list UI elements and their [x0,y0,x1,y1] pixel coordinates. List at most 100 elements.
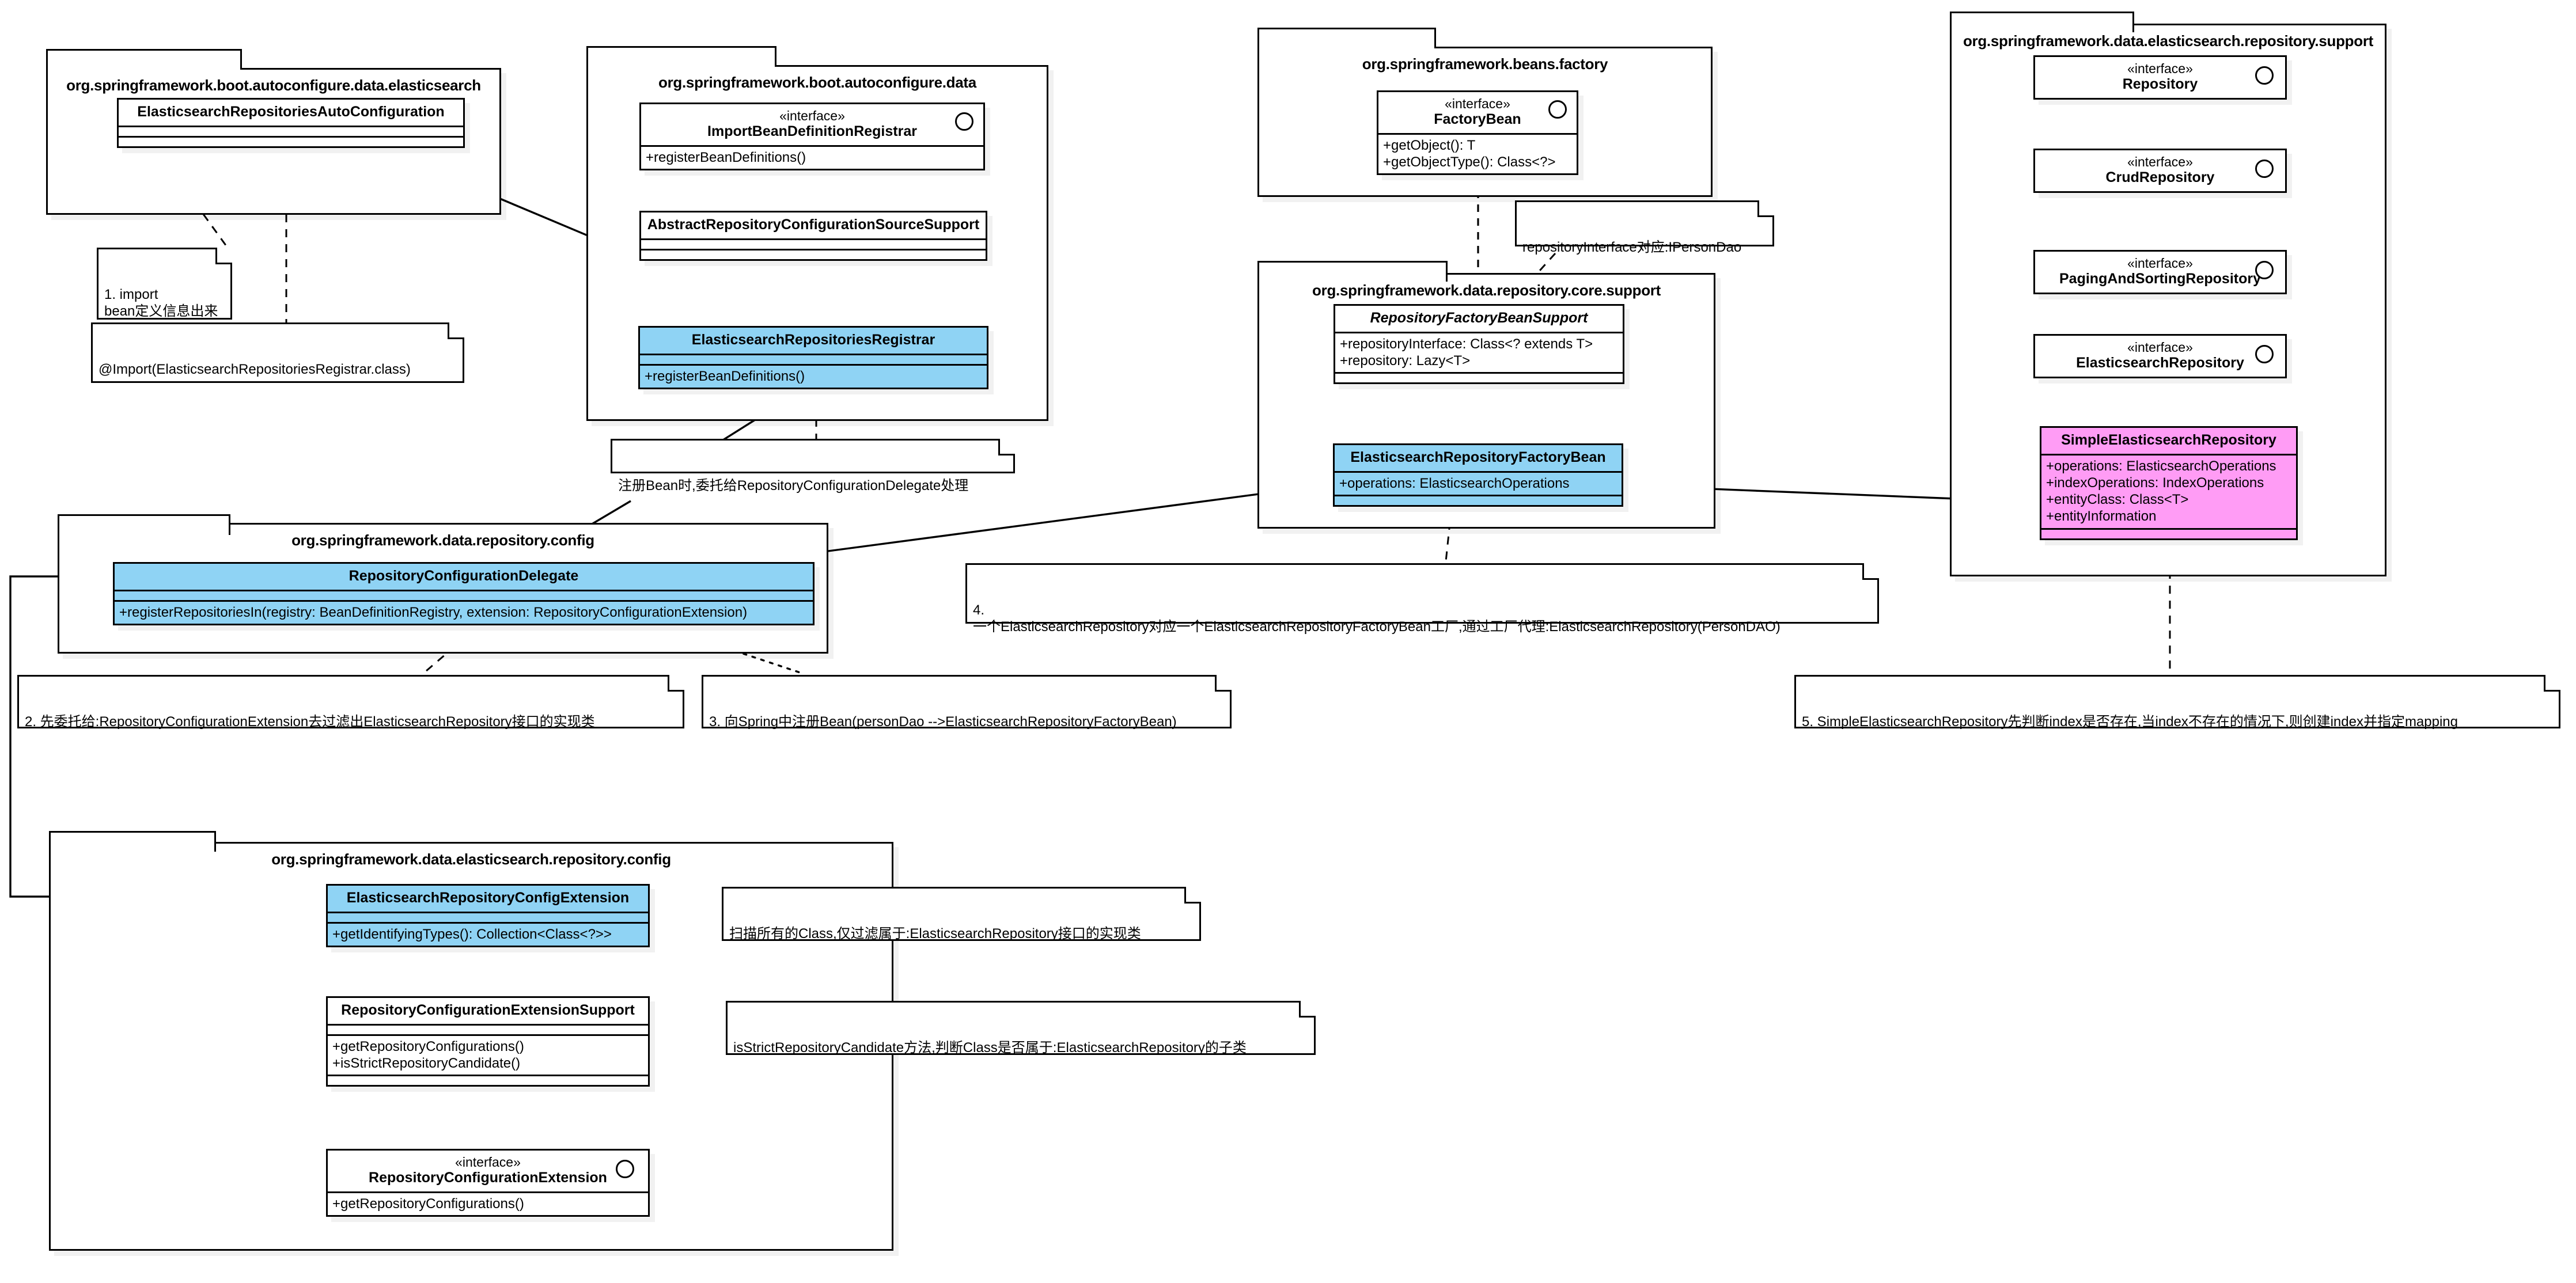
class-name: AbstractRepositoryConfigurationSourceSup… [647,217,980,233]
class-name: SimpleElasticsearchRepository [2061,432,2276,448]
operations-compartment [119,135,463,146]
class-name: RepositoryConfigurationDelegate [348,568,579,584]
attribute: +indexOperations: IndexOperations [2046,475,2264,491]
class-repository[interactable]: «interface» Repository [2033,55,2287,100]
class-name: ElasticsearchRepositoryFactoryBean [1350,449,1606,465]
stereotype-label: «interface» [2127,154,2193,169]
class-name-text: ElasticsearchRepository [2076,355,2244,371]
class-factory-bean[interactable]: «interface» FactoryBean +getObject(): T … [1377,90,1578,176]
class-simple-elasticsearch-repository[interactable]: SimpleElasticsearchRepository +operation… [2040,426,2298,540]
class-repository-configuration-extension[interactable]: «interface» RepositoryConfigurationExten… [326,1149,650,1217]
class-name: RepositoryFactoryBeanSupport [1370,310,1588,326]
attributes-compartment [328,1023,648,1034]
note-text: 1. import bean定义信息出来 [104,286,218,319]
class-name-text: RepositoryConfigurationExtension [369,1170,607,1186]
attributes-compartment: +operations: ElasticsearchOperations +in… [2041,453,2296,528]
class-name-text: Repository [2122,76,2198,93]
class-elasticsearch-repositories-autoconfiguration[interactable]: ElasticsearchRepositoriesAutoConfigurati… [117,98,465,148]
package-tab-data-repository-config [58,514,230,535]
class-abstract-repository-configuration-source-support[interactable]: AbstractRepositoryConfigurationSourceSup… [639,211,987,261]
operations-compartment [641,248,986,259]
operation: +registerBeanDefinitions() [646,149,806,165]
operations-compartment: +getIdentifyingTypes(): Collection<Class… [328,921,648,946]
class-name: «interface» FactoryBean [1378,92,1577,133]
note-text: isStrictRepositoryCandidate方法,判断Class是否属… [733,1039,1247,1056]
operations-compartment: +getObject(): T +getObjectType(): Class<… [1378,132,1577,174]
note-text: 扫描所有的Class,仅过滤属于:ElasticsearchRepository… [729,925,1141,942]
class-name: «interface» ImportBeanDefinitionRegistra… [641,104,983,145]
operation: +getObjectType(): Class<?> [1383,154,1556,170]
note-step-5[interactable]: 5. SimpleElasticsearchRepository先判断index… [1794,674,2561,730]
stereotype-label: «interface» [2127,256,2193,271]
class-name: «interface» Repository [2035,57,2285,98]
extra-compartment [328,1075,648,1085]
attribute: +repositoryInterface: Class<? extends T> [1340,336,1593,352]
interface-ball-icon [2255,160,2274,178]
attribute: +entityClass: Class<T> [2046,492,2189,508]
class-name-text: FactoryBean [1434,111,1521,128]
note-text: repositoryInterface对应:IPersonDao [1522,239,1742,255]
note-step-4[interactable]: 4. 一个ElasticsearchRepository对应一个Elastics… [965,563,1880,635]
interface-ball-icon [955,112,973,131]
package-tab-data-repository-core-support [1257,261,1448,282]
stereotype-label: «interface» [1445,96,1510,111]
class-name: «interface» PagingAndSortingRepository [2035,252,2285,293]
operation: +registerBeanDefinitions() [645,368,805,384]
operations-compartment: +getRepositoryConfigurations() +isStrict… [328,1034,648,1075]
class-elasticsearch-repository[interactable]: «interface» ElasticsearchRepository [2033,334,2287,378]
class-name: «interface» ElasticsearchRepository [2035,336,2285,377]
note-step-2[interactable]: 2. 先委托给:RepositoryConfigurationExtension… [17,674,685,730]
attribute: +operations: ElasticsearchOperations [2046,458,2276,474]
class-elasticsearch-repositories-registrar[interactable]: ElasticsearchRepositoriesRegistrar +regi… [638,326,988,389]
class-name: ElasticsearchRepositoriesAutoConfigurati… [137,104,445,120]
interface-ball-icon [2255,345,2274,363]
note-strict-repository-candidate[interactable]: isStrictRepositoryCandidate方法,判断Class是否属… [726,1000,1316,1056]
note-text: 注册Bean时,委托给RepositoryConfigurationDelega… [618,477,969,494]
operation: +getRepositoryConfigurations() [332,1038,524,1054]
package-title: org.springframework.boot.autoconfigure.d… [658,74,976,91]
class-elasticsearch-repository-config-extension[interactable]: ElasticsearchRepositoryConfigExtension +… [326,884,650,947]
attributes-compartment: +operations: ElasticsearchOperations [1335,470,1622,495]
note-import-bean-definition[interactable]: 1. import bean定义信息出来 [97,247,233,320]
attribute: +operations: ElasticsearchOperations [1339,475,1570,491]
stereotype-label: «interface» [2127,61,2193,76]
interface-ball-icon [616,1160,634,1178]
attributes-compartment [640,353,987,364]
package-tab-data-elasticsearch-repository-config [49,831,216,852]
interface-ball-icon [2255,66,2274,85]
operation: +getRepositoryConfigurations() [332,1195,524,1212]
interface-ball-icon [2255,261,2274,279]
package-tab-boot-autoconfigure-data [586,46,776,67]
uml-diagram-canvas: dependency to notes (dashed) --> [0,0,2576,1283]
note-delegate-on-register[interactable]: 注册Bean时,委托给RepositoryConfigurationDelega… [611,438,1016,494]
note-step-3[interactable]: 3. 向Spring中注册Bean(personDao -->Elasticse… [702,674,1232,730]
class-crud-repository[interactable]: «interface» CrudRepository [2033,149,2287,193]
package-tab-data-elasticsearch-repository-support [1950,12,2134,32]
class-elasticsearch-repository-factory-bean[interactable]: ElasticsearchRepositoryFactoryBean +oper… [1333,443,1623,507]
class-import-bean-definition-registrar[interactable]: «interface» ImportBeanDefinitionRegistra… [639,103,985,171]
note-scan-classes[interactable]: 扫描所有的Class,仅过滤属于:ElasticsearchRepository… [722,886,1202,942]
operation: +isStrictRepositoryCandidate() [332,1055,521,1071]
note-text: 2. 先委托给:RepositoryConfigurationExtension… [25,713,595,730]
class-repository-configuration-delegate[interactable]: RepositoryConfigurationDelegate +registe… [113,562,815,625]
attribute: +repository: Lazy<T> [1340,352,1471,369]
operations-compartment [1335,494,1622,505]
class-name: ElasticsearchRepositoryConfigExtension [346,890,630,906]
class-paging-and-sorting-repository[interactable]: «interface» PagingAndSortingRepository [2033,250,2287,294]
class-name: ElasticsearchRepositoriesRegistrar [691,332,935,348]
note-repository-interface[interactable]: repositoryInterface对应:IPersonDao [1515,200,1775,255]
operations-compartment: +registerBeanDefinitions() [640,363,987,388]
operation: +getIdentifyingTypes(): Collection<Class… [332,926,612,942]
class-name-text: PagingAndSortingRepository [2059,271,2261,287]
note-import-annotation[interactable]: @Import(ElasticsearchRepositoriesRegistr… [91,322,465,383]
class-name: «interface» RepositoryConfigurationExten… [328,1151,648,1191]
note-text: 5. SimpleElasticsearchRepository先判断index… [1802,713,2458,730]
class-repository-configuration-extension-support[interactable]: RepositoryConfigurationExtensionSupport … [326,996,650,1087]
note-text: 3. 向Spring中注册Bean(personDao -->Elasticse… [709,713,1177,730]
wire-autoconfig-note-import [202,214,229,248]
class-name-text: ImportBeanDefinitionRegistrar [707,123,917,140]
class-repository-factory-bean-support[interactable]: RepositoryFactoryBeanSupport +repository… [1334,304,1624,385]
attributes-compartment [328,911,648,922]
class-name-text: CrudRepository [2105,169,2215,186]
operation: +getObject(): T [1383,137,1476,153]
